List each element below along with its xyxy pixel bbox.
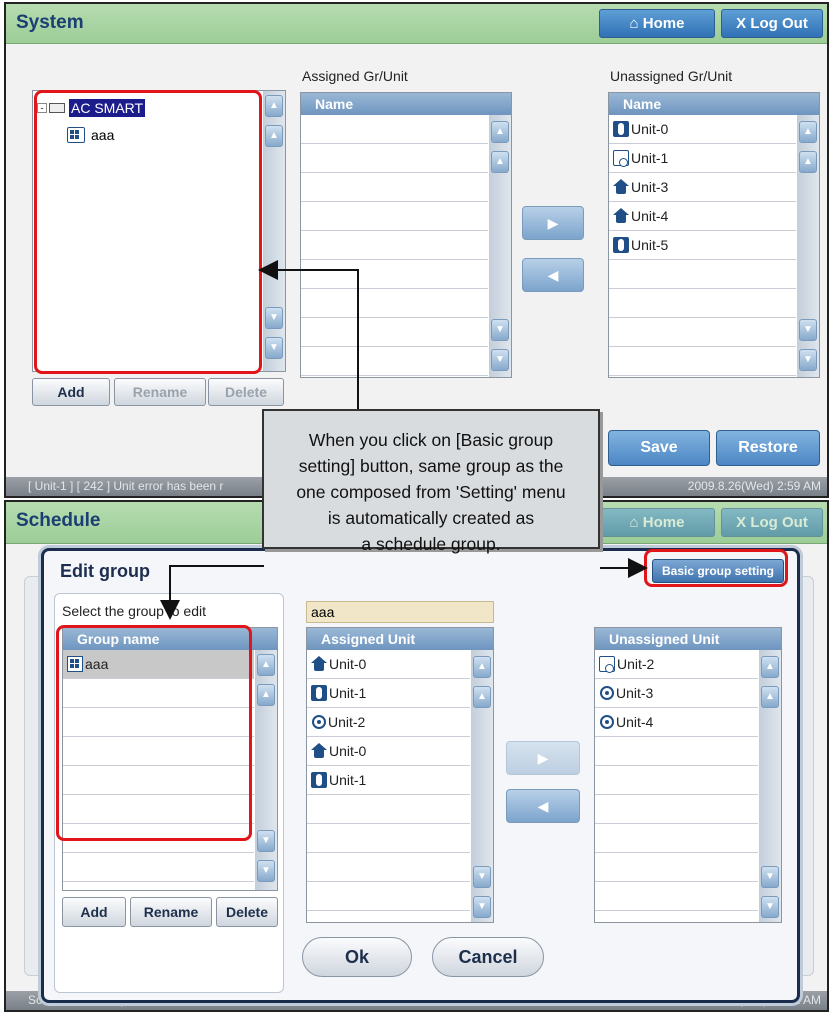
arrow-to-tree xyxy=(258,260,359,410)
annotation-callout: When you click on [Basic group setting] … xyxy=(262,409,600,554)
callout-line: When you click on [Basic group xyxy=(308,430,554,450)
callout-line: a schedule group. xyxy=(361,534,501,554)
callout-line: setting] button, same group as the xyxy=(298,456,564,476)
callout-line: is automatically created as xyxy=(327,508,535,528)
callout-line: one composed from 'Setting' menu xyxy=(296,482,566,502)
arrow-to-group-list xyxy=(160,565,264,620)
